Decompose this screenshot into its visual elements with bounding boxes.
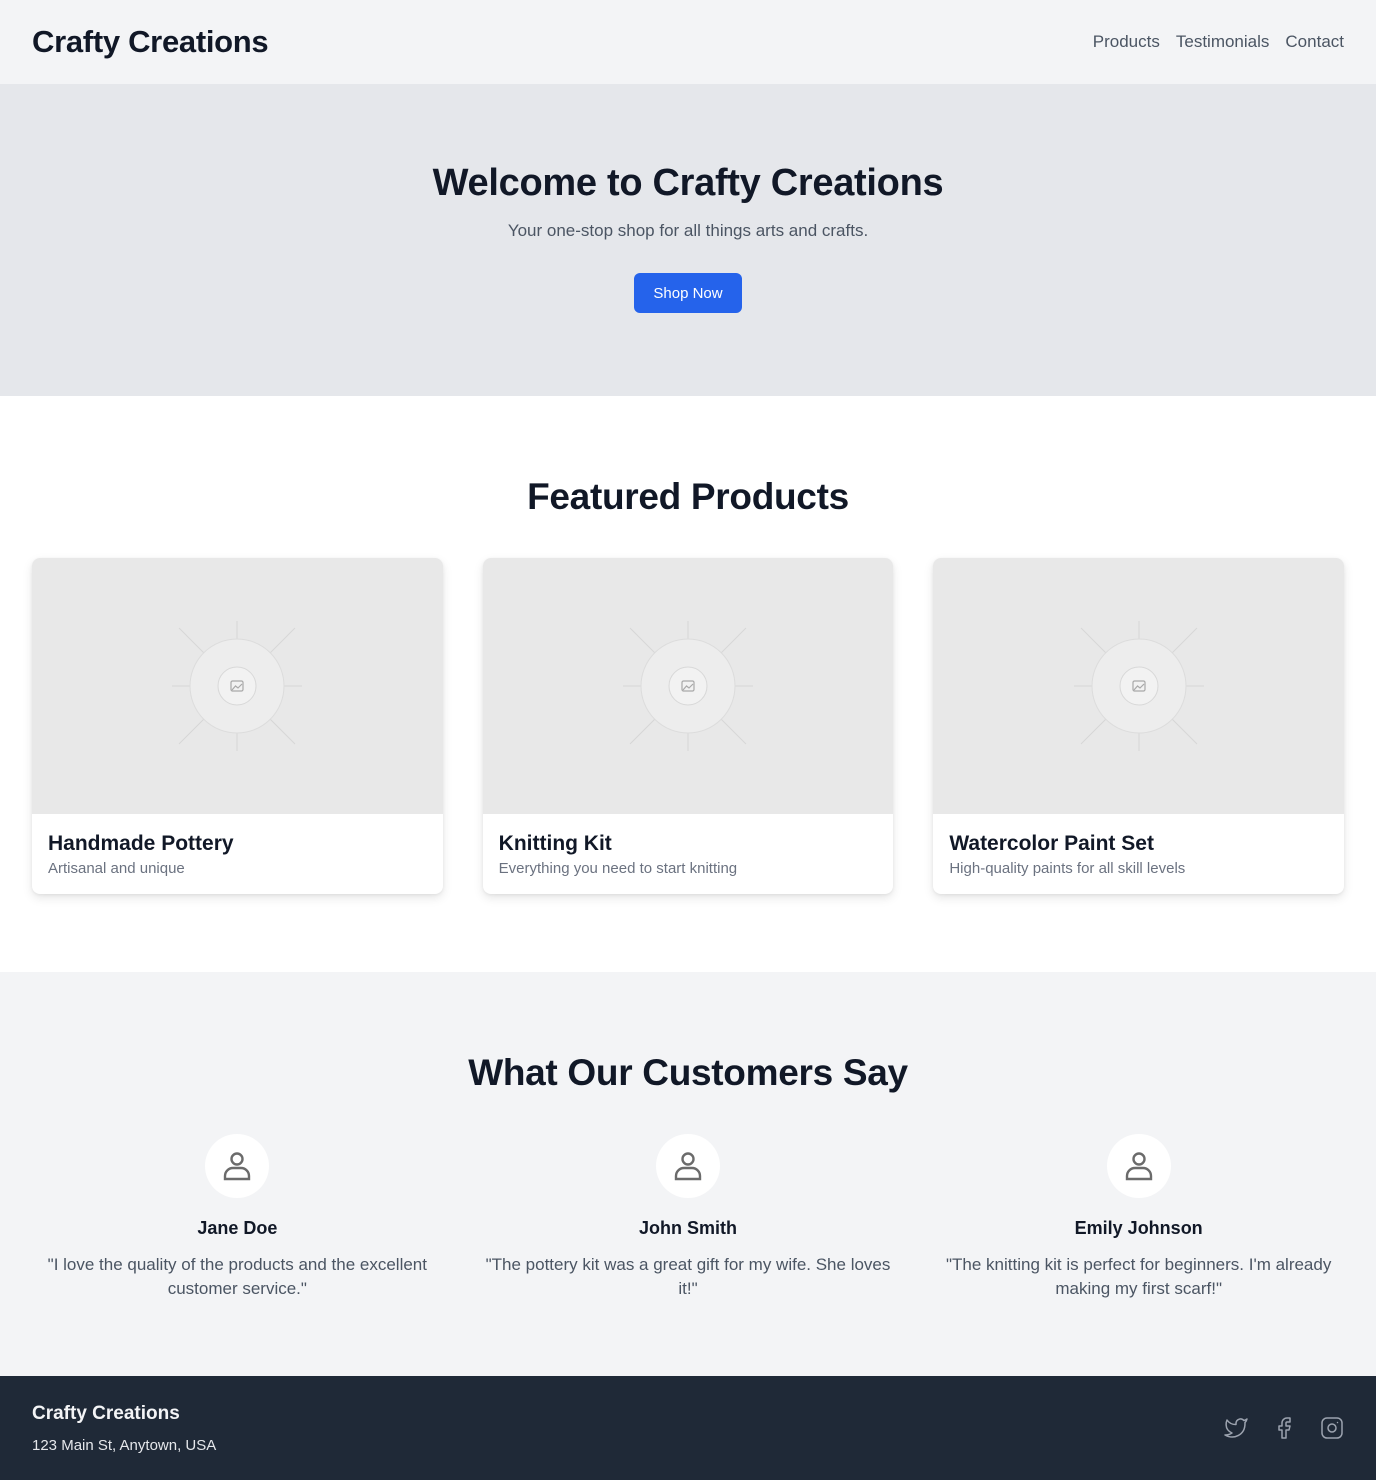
testimonial-item: John Smith "The pottery kit was a great …	[483, 1134, 894, 1301]
site-logo[interactable]: Crafty Creations	[32, 24, 269, 60]
avatar	[205, 1134, 270, 1198]
social-links	[1224, 1416, 1344, 1440]
image-placeholder-icon	[1073, 621, 1204, 751]
testimonial-item: Jane Doe "I love the quality of the prod…	[32, 1134, 443, 1301]
main-nav: Products Testimonials Contact	[1093, 32, 1344, 52]
hero-subtitle: Your one-stop shop for all things arts a…	[507, 221, 869, 240]
product-description: Artisanal and unique	[48, 860, 185, 877]
image-placeholder-icon	[623, 621, 753, 751]
testimonial-quote: "I love the quality of the products and …	[47, 1255, 427, 1298]
user-icon	[674, 1152, 702, 1181]
product-image[interactable]	[933, 558, 1345, 814]
footer-address: 123 Main St, Anytown, USA	[32, 1436, 217, 1454]
product-name[interactable]: Watercolor Paint Set	[949, 832, 1328, 856]
testimonial-name: John Smith	[639, 1218, 737, 1238]
testimonials-section: What Our Customers Say Jane Doe "I love …	[0, 972, 1376, 1376]
product-name[interactable]: Knitting Kit	[499, 832, 878, 856]
featured-products-title: Featured Products	[527, 476, 849, 517]
twitter-link[interactable]	[1224, 1416, 1248, 1440]
product-card[interactable]: Knitting Kit Everything you need to star…	[482, 558, 894, 894]
product-image[interactable]	[482, 558, 894, 814]
nav-link-testimonials[interactable]: Testimonials	[1176, 32, 1270, 52]
shop-now-button[interactable]: Shop Now	[634, 273, 742, 313]
avatar	[1106, 1134, 1171, 1198]
facebook-icon	[1278, 1417, 1291, 1439]
featured-products-section: Featured Products Handmade Pottery Artis…	[0, 396, 1376, 972]
product-image[interactable]	[32, 558, 443, 814]
product-card[interactable]: Watercolor Paint Set High-quality paints…	[933, 558, 1345, 894]
testimonial-quote: "The knitting kit is perfect for beginne…	[946, 1255, 1332, 1298]
footer-brand: Crafty Creations	[32, 1402, 180, 1424]
product-name[interactable]: Handmade Pottery	[48, 832, 427, 856]
product-description: High-quality paints for all skill levels	[949, 860, 1186, 877]
site-footer: Crafty Creations 123 Main St, Anytown, U…	[0, 1376, 1376, 1480]
testimonials-title: What Our Customers Say	[468, 1052, 908, 1093]
user-icon	[224, 1152, 251, 1181]
testimonial-quote: "The pottery kit was a great gift for my…	[485, 1255, 891, 1298]
product-grid: Handmade Pottery Artisanal and unique Kn…	[0, 558, 1376, 894]
testimonial-name: Emily Johnson	[1074, 1218, 1203, 1238]
nav-link-products[interactable]: Products	[1093, 32, 1160, 52]
testimonial-name: Jane Doe	[197, 1218, 278, 1238]
facebook-link[interactable]	[1272, 1416, 1296, 1440]
hero-section: Welcome to Crafty Creations Your one-sto…	[0, 84, 1376, 396]
testimonial-grid: Jane Doe "I love the quality of the prod…	[0, 1134, 1376, 1301]
instagram-link[interactable]	[1320, 1416, 1344, 1440]
instagram-icon	[1321, 1417, 1343, 1439]
product-description: Everything you need to start knitting	[498, 860, 738, 877]
nav-link-contact[interactable]: Contact	[1285, 32, 1344, 52]
testimonial-item: Emily Johnson "The knitting kit is perfe…	[933, 1134, 1344, 1301]
user-icon	[1125, 1152, 1152, 1181]
site-header: Crafty Creations Products Testimonials C…	[0, 0, 1376, 84]
product-card[interactable]: Handmade Pottery Artisanal and unique	[32, 558, 443, 894]
avatar	[656, 1134, 720, 1198]
image-placeholder-icon	[172, 621, 303, 751]
hero-title: Welcome to Crafty Creations	[432, 162, 944, 204]
twitter-icon	[1224, 1418, 1248, 1438]
footer-info: Crafty Creations 123 Main St, Anytown, U…	[32, 1403, 216, 1454]
